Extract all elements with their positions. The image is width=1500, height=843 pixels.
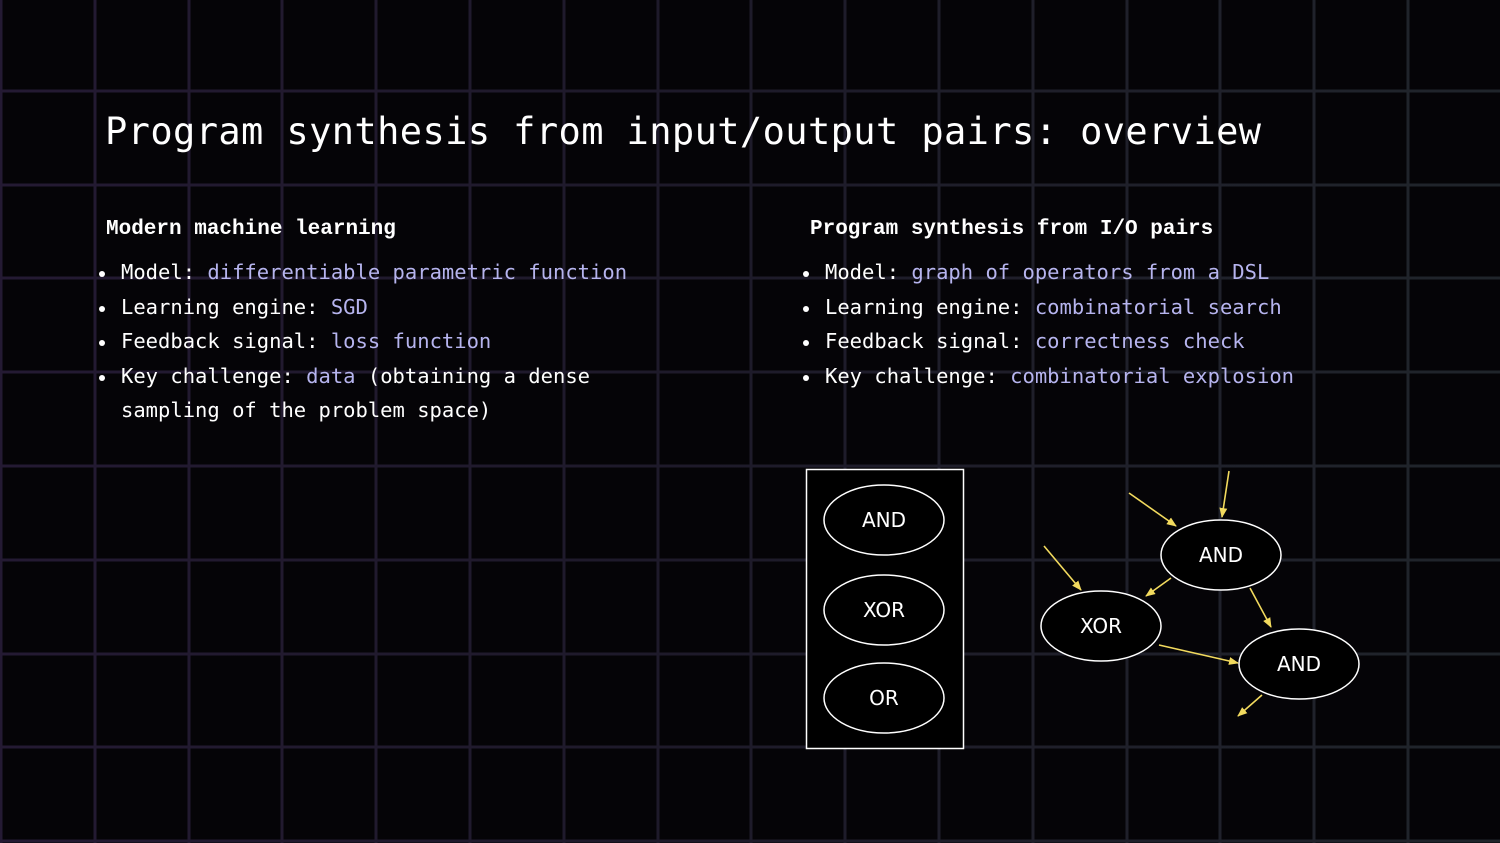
graph-node-and2: AND: [1238, 628, 1360, 700]
edge-input-to-xor1: [1043, 545, 1082, 591]
operator-label: AND: [862, 508, 906, 532]
edge-input-to-and1: [1219, 470, 1230, 518]
edge-xor1-to-and2: [1158, 644, 1239, 665]
operator-label: AND: [1199, 543, 1243, 567]
graph-node-and1: AND: [1160, 519, 1282, 591]
edge-and1-to-and2: [1249, 587, 1272, 628]
palette-operator-and: AND: [823, 484, 945, 556]
operator-label: AND: [1277, 652, 1321, 676]
palette-operator-xor: XOR: [823, 574, 945, 646]
edge-and2-to-output: [1237, 694, 1263, 717]
edge-input-to-and1: [1128, 492, 1177, 527]
operator-label: XOR: [863, 598, 905, 622]
palette-operator-or: OR: [823, 662, 945, 734]
operator-label: XOR: [1080, 614, 1122, 638]
graph-node-xor1: XOR: [1040, 590, 1162, 662]
edge-and1-to-xor1: [1145, 577, 1172, 597]
operator-label: OR: [869, 686, 899, 710]
program-diagram: AND XOR OR AND XOR AND: [805, 468, 1360, 750]
dsl-operator-palette: AND XOR OR: [805, 468, 965, 750]
